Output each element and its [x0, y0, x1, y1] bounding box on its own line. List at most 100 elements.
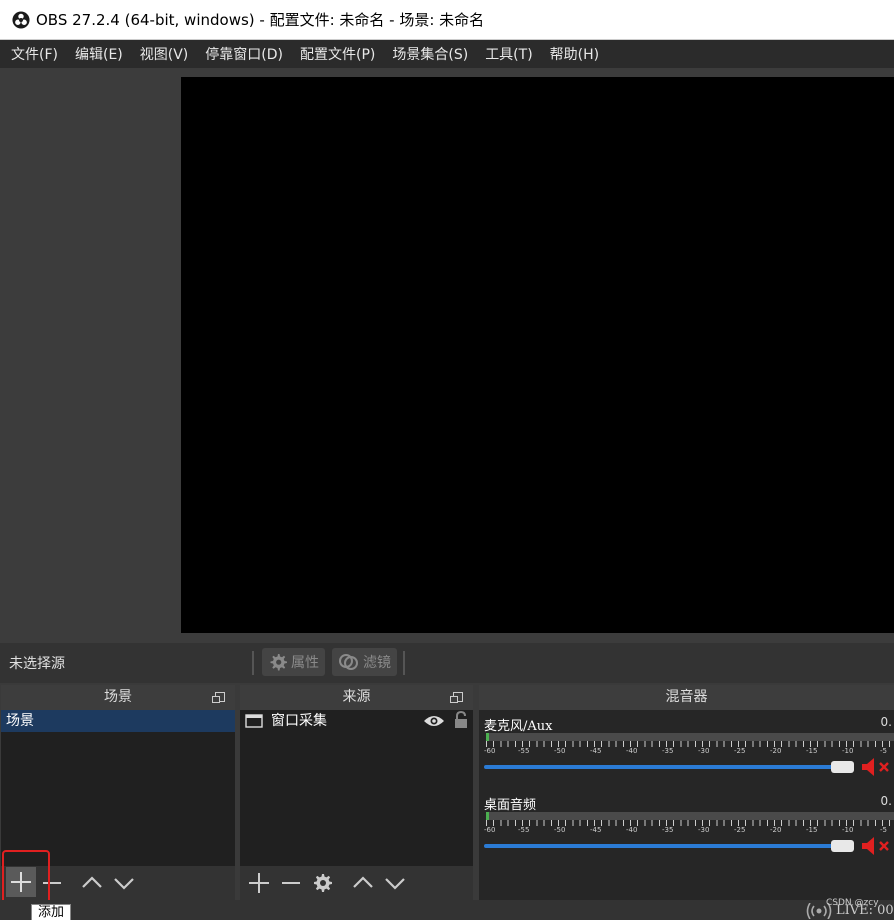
scale-label: -50: [554, 747, 566, 755]
preview-margin-bottom: [181, 633, 894, 643]
remove-source-button[interactable]: [276, 868, 306, 898]
title-bar: OBS 27.2.4 (64-bit, windows) - 配置文件: 未命名…: [0, 0, 894, 40]
mixer-dock: 混音器 麦克风/Aux 0. -60 -55 -50 -45 -40 -35 -…: [479, 685, 894, 900]
channel-name: 麦克风/Aux: [484, 719, 553, 734]
menu-file[interactable]: 文件(F): [4, 44, 68, 64]
filters-button[interactable]: 滤镜: [332, 648, 397, 676]
scenes-title: 场景: [104, 689, 132, 705]
scenes-dock-title: 场景: [1, 685, 235, 710]
properties-label: 属性: [291, 655, 319, 671]
scale-label: -25: [734, 826, 746, 834]
preview-canvas[interactable]: [181, 77, 894, 633]
status-bar: LIVE: 00: [0, 900, 894, 920]
sources-title: 来源: [342, 689, 371, 705]
muted-speaker-icon[interactable]: [861, 757, 894, 777]
scale-label: -20: [770, 747, 782, 755]
gear-icon: [270, 654, 287, 671]
source-label: 窗口采集: [271, 713, 327, 729]
muted-speaker-icon[interactable]: [861, 836, 894, 856]
meter-scale: -60 -55 -50 -45 -40 -35 -30 -25 -20 -15 …: [484, 741, 894, 755]
float-dock-icon[interactable]: [212, 692, 225, 703]
mixer-channel-mic: 麦克风/Aux 0. -60 -55 -50 -45 -40 -35 -30 -…: [479, 713, 894, 793]
scale-label: -40: [626, 747, 638, 755]
plus-icon: [249, 873, 269, 893]
sources-dock-title: 来源: [240, 685, 473, 710]
menu-profile[interactable]: 配置文件(P): [293, 44, 385, 64]
source-properties-button[interactable]: [308, 868, 338, 898]
float-dock-icon[interactable]: [450, 692, 463, 703]
chevron-up-icon: [353, 876, 373, 888]
add-source-button[interactable]: [244, 868, 274, 898]
scene-item[interactable]: 场景: [1, 710, 235, 732]
menu-bar: 文件(F) 编辑(E) 视图(V) 停靠窗口(D) 配置文件(P) 场景集合(S…: [0, 40, 894, 68]
move-source-up-button[interactable]: [348, 868, 378, 898]
scale-label: -5: [880, 747, 887, 755]
mixer-channel-desktop: 桌面音频 0. -60 -55 -50 -45 -40 -35 -30 -25 …: [479, 792, 894, 872]
volume-slider-track[interactable]: [484, 765, 834, 769]
volume-meter: [486, 812, 894, 820]
gear-icon: [314, 874, 332, 892]
sources-list[interactable]: 窗口采集: [240, 710, 473, 866]
filters-label: 滤镜: [363, 655, 391, 671]
scale-label: -50: [554, 826, 566, 834]
volume-slider-handle[interactable]: [831, 761, 854, 773]
no-source-label: 未选择源: [9, 656, 65, 672]
scale-label: -40: [626, 826, 638, 834]
scale-label: -25: [734, 747, 746, 755]
window-title: OBS 27.2.4 (64-bit, windows) - 配置文件: 未命名…: [36, 11, 485, 29]
meter-scale: -60 -55 -50 -45 -40 -35 -30 -25 -20 -15 …: [484, 820, 894, 834]
context-divider-end: [403, 651, 405, 675]
scale-label: -55: [518, 747, 530, 755]
add-tooltip: 添加: [31, 904, 72, 920]
filter-icon: [339, 654, 358, 670]
preview-margin-top: [181, 68, 894, 77]
mixer-title: 混音器: [665, 689, 708, 705]
move-source-down-button[interactable]: [380, 868, 410, 898]
menu-tools[interactable]: 工具(T): [478, 44, 542, 64]
move-scene-up-button[interactable]: [77, 868, 107, 898]
sources-toolbar: [240, 866, 473, 900]
scale-label: -10: [842, 826, 854, 834]
source-item[interactable]: 窗口采集: [240, 710, 473, 732]
menu-docks[interactable]: 停靠窗口(D): [198, 44, 293, 64]
menu-scene-collection[interactable]: 场景集合(S): [385, 44, 478, 64]
scale-label: -10: [842, 747, 854, 755]
menu-view[interactable]: 视图(V): [133, 44, 199, 64]
sources-dock: 来源 窗口采集: [240, 685, 473, 900]
volume-slider-track[interactable]: [484, 844, 834, 848]
window-capture-icon: [245, 714, 263, 728]
scale-label: -5: [880, 826, 887, 834]
scale-label: -35: [662, 826, 674, 834]
eye-icon[interactable]: [423, 713, 445, 729]
properties-button[interactable]: 属性: [262, 648, 325, 676]
mixer-dock-title: 混音器: [479, 685, 894, 710]
chevron-down-icon: [114, 878, 134, 890]
scale-label: -15: [806, 826, 818, 834]
lock-icon[interactable]: [453, 711, 469, 729]
scale-label: -15: [806, 747, 818, 755]
scale-label: -55: [518, 826, 530, 834]
minus-icon: [282, 882, 300, 884]
scale-label: -30: [698, 747, 710, 755]
volume-slider-handle[interactable]: [831, 840, 854, 852]
context-bar: 未选择源 属性 滤镜: [0, 643, 894, 683]
scale-label: -30: [698, 826, 710, 834]
menu-edit[interactable]: 编辑(E): [68, 44, 133, 64]
scale-label: -60: [484, 826, 496, 834]
scale-label: -45: [590, 747, 602, 755]
menu-help[interactable]: 帮助(H): [543, 44, 609, 64]
channel-name: 桌面音频: [484, 798, 537, 813]
watermark: CSDN @zcy: [826, 898, 879, 908]
move-scene-down-button[interactable]: [109, 868, 139, 898]
channel-db: 0.: [880, 794, 892, 808]
mixer-body: 麦克风/Aux 0. -60 -55 -50 -45 -40 -35 -30 -…: [479, 710, 894, 900]
context-divider: [252, 651, 254, 675]
volume-meter: [486, 733, 894, 741]
highlight-annotation: [2, 850, 50, 907]
chevron-up-icon: [82, 876, 102, 888]
preview-margin-left: [0, 68, 181, 643]
scale-label: -60: [484, 747, 496, 755]
chevron-down-icon: [385, 878, 405, 890]
scale-label: -35: [662, 747, 674, 755]
scenes-list[interactable]: 场景: [1, 710, 235, 866]
